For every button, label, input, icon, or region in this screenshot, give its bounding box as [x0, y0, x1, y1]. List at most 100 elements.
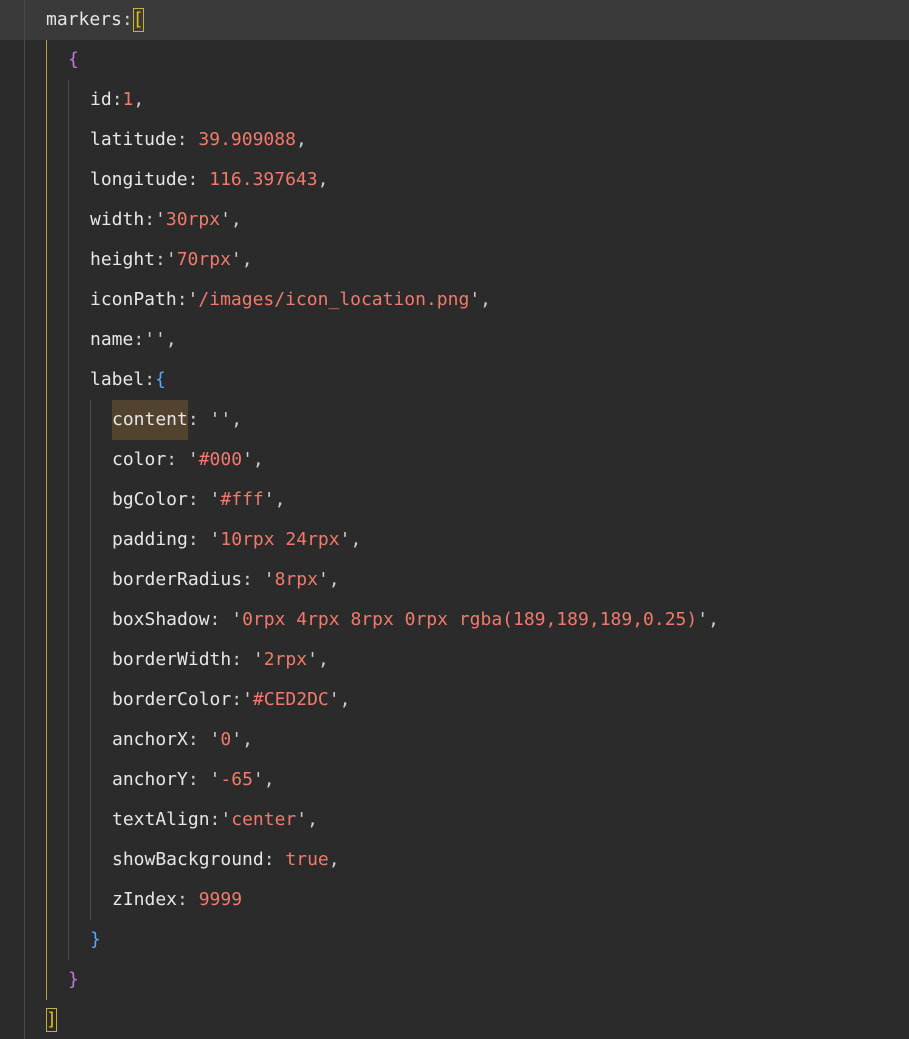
code-token: #fff	[220, 489, 264, 510]
code-line[interactable]: anchorX: '0',	[112, 720, 253, 760]
code-token: {	[155, 369, 166, 390]
code-token: '	[296, 809, 308, 830]
code-token: 9999	[198, 889, 243, 910]
code-line[interactable]: {	[68, 40, 79, 80]
code-line[interactable]: height:'70rpx',	[90, 240, 253, 280]
code-token: borderRadius	[112, 569, 243, 590]
code-token: '	[165, 249, 177, 270]
code-line[interactable]: }	[90, 920, 101, 960]
code-token: ,	[242, 729, 253, 750]
code-token: id	[90, 89, 112, 110]
code-line[interactable]: textAlign:'center',	[112, 800, 318, 840]
code-token: '	[231, 729, 243, 750]
code-token: ,	[230, 209, 242, 230]
code-token: :	[187, 489, 210, 510]
code-token: 30rpx	[165, 209, 221, 230]
code-line[interactable]: markers:[	[46, 0, 144, 40]
code-token: ,	[231, 409, 243, 430]
code-token: center	[231, 809, 297, 830]
code-line[interactable]: id:1,	[90, 80, 144, 120]
code-token: :	[111, 89, 123, 110]
code-token: ,	[339, 689, 351, 710]
code-token: '	[209, 729, 221, 750]
code-line[interactable]: ]	[46, 1000, 57, 1039]
code-line[interactable]: color: '#000',	[112, 440, 264, 480]
code-token: '	[328, 689, 340, 710]
code-line[interactable]: content: '',	[112, 400, 242, 440]
code-line[interactable]: }	[68, 960, 79, 1000]
code-token: ,	[708, 609, 719, 630]
code-line[interactable]: width:'30rpx',	[90, 200, 242, 240]
code-token: width	[90, 209, 145, 230]
code-token: height	[90, 249, 156, 270]
code-token: '	[209, 529, 221, 550]
code-token: markers	[46, 9, 122, 30]
code-token: /images/icon_location.png	[198, 289, 470, 310]
code-line[interactable]: label:{	[90, 360, 166, 400]
code-line[interactable]: anchorY: '-65',	[112, 760, 275, 800]
code-line[interactable]: bgColor: '#fff',	[112, 480, 285, 520]
code-token: zIndex	[112, 889, 178, 910]
code-token: '	[155, 209, 166, 230]
code-token: 2rpx	[263, 649, 308, 670]
code-token: '	[263, 569, 275, 590]
code-token: ,	[317, 169, 329, 190]
code-editor[interactable]: markers:[{id:1, latitude: 39.909088, longi…	[0, 0, 909, 1039]
code-line[interactable]: padding: '10rpx 24rpx',	[112, 520, 361, 560]
code-token: bgColor	[112, 489, 188, 510]
code-token: :	[155, 249, 166, 270]
code-line[interactable]: latitude: 39.909088,	[90, 120, 307, 160]
code-token: 116.397643	[209, 169, 318, 190]
code-line[interactable]: showBackground: true,	[112, 840, 340, 880]
code-token: '	[187, 289, 199, 310]
code-token: '	[242, 689, 253, 710]
code-token: '	[209, 769, 221, 790]
code-token: anchorY	[112, 769, 188, 790]
code-token: :	[166, 449, 188, 470]
code-token: ,	[480, 289, 492, 310]
code-token: -65	[220, 769, 253, 790]
code-token: :	[187, 169, 210, 190]
code-line[interactable]: borderColor:'#CED2DC',	[112, 680, 350, 720]
code-token: :	[231, 689, 243, 710]
indent-guide	[68, 80, 69, 960]
code-token: borderColor	[112, 689, 232, 710]
code-token: '	[187, 449, 199, 470]
code-token: ''	[144, 329, 166, 350]
code-token: name	[90, 329, 134, 350]
code-token: color	[112, 449, 167, 470]
code-line[interactable]: zIndex: 9999	[112, 880, 242, 920]
indent-guide	[90, 400, 91, 920]
code-line[interactable]: borderWidth: '2rpx',	[112, 640, 329, 680]
code-token: ,	[295, 129, 307, 150]
code-token: ,	[252, 449, 264, 470]
code-token: #000	[198, 449, 243, 470]
code-line[interactable]: longitude: 116.397643,	[90, 160, 328, 200]
code-token: 10rpx 24rpx	[220, 529, 340, 550]
code-token: 39.909088	[198, 129, 296, 150]
code-token: :	[187, 769, 210, 790]
code-line[interactable]: borderRadius: '8rpx',	[112, 560, 340, 600]
code-token: '	[339, 529, 351, 550]
code-token: #CED2DC	[252, 689, 329, 710]
code-token: :	[121, 9, 133, 30]
code-token: boxShadow	[112, 609, 210, 630]
code-token: '	[230, 249, 242, 270]
matched-bracket: ]	[46, 1008, 57, 1032]
code-token: ,	[274, 489, 286, 510]
code-line[interactable]: name:'',	[90, 320, 177, 360]
code-token: ,	[165, 329, 177, 350]
code-line[interactable]: iconPath:'/images/icon_location.png',	[90, 280, 491, 320]
code-token: '	[307, 649, 318, 670]
code-token: 0rpx 4rpx 8rpx 0rpx rgba(189,189,189,0.2…	[242, 609, 698, 630]
code-token: :	[209, 609, 232, 630]
code-token: '	[209, 489, 221, 510]
indent-guide	[46, 40, 47, 1000]
code-token: 0	[220, 729, 232, 750]
code-token: ,	[328, 849, 340, 870]
code-token: :	[231, 649, 253, 670]
code-token: :	[144, 369, 156, 390]
code-line[interactable]: boxShadow: '0rpx 4rpx 8rpx 0rpx rgba(189…	[112, 600, 719, 640]
matched-bracket: [	[132, 8, 144, 32]
code-token: '	[469, 289, 481, 310]
